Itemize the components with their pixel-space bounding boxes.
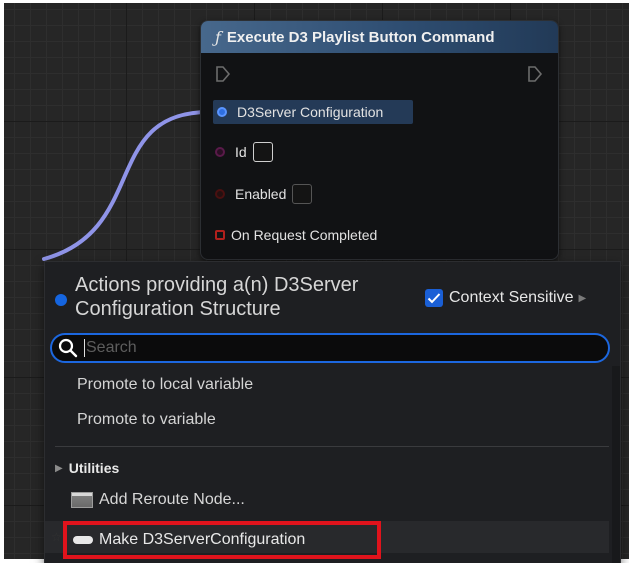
pin-on-request-completed[interactable]: On Request Completed <box>215 223 377 247</box>
exec-pin-icon <box>216 66 231 82</box>
pin-label: Enabled <box>235 186 287 202</box>
menu-item-add-reroute-node[interactable]: Add Reroute Node... <box>71 491 245 509</box>
category-label: Utilities <box>68 460 120 476</box>
pin-label: D3Server Configuration <box>237 104 384 120</box>
bool-pin-icon <box>215 189 225 199</box>
text-caret <box>84 339 85 357</box>
function-icon: ƒ <box>215 27 221 47</box>
pin-label: On Request Completed <box>231 227 378 243</box>
enabled-checkbox[interactable] <box>292 184 313 204</box>
menu-divider <box>55 446 609 447</box>
node-header[interactable]: ƒ Execute D3 Playlist Button Command <box>201 21 558 53</box>
reroute-node-icon <box>71 492 93 508</box>
check-icon[interactable] <box>425 289 443 307</box>
struct-make-icon <box>73 536 93 544</box>
context-sensitive-toggle[interactable]: Context Sensitive ▶ <box>425 289 586 307</box>
struct-pin-icon <box>217 107 227 117</box>
category-utilities[interactable]: ▶ Utilities <box>55 460 119 476</box>
menu-item-label: Make D3ServerConfiguration <box>99 531 306 548</box>
chevron-right-icon[interactable]: ▶ <box>579 293 587 304</box>
int-pin-icon <box>215 147 225 157</box>
menu-item-promote-local-variable[interactable]: Promote to local variable <box>77 376 253 394</box>
struct-pin-icon <box>55 294 67 306</box>
blueprint-editor: ƒ Execute D3 Playlist Button Command D3S… <box>0 0 629 563</box>
menu-item-make-d3serverconfiguration[interactable]: Make D3ServerConfiguration <box>63 521 381 559</box>
pin-id[interactable]: Id <box>215 140 273 164</box>
search-input[interactable] <box>86 339 608 357</box>
search-bar[interactable] <box>50 333 610 363</box>
pin-label: Id <box>235 144 247 160</box>
execute-d3-node[interactable]: ƒ Execute D3 Playlist Button Command D3S… <box>200 20 559 260</box>
action-menu: Actions providing a(n) D3Server Configur… <box>44 261 621 563</box>
pin-d3server-configuration[interactable]: D3Server Configuration <box>213 100 413 124</box>
menu-title: Actions providing a(n) D3Server Configur… <box>75 274 359 320</box>
chevron-right-icon: ▶ <box>55 462 63 474</box>
search-icon <box>58 338 78 358</box>
context-sensitive-label: Context Sensitive <box>449 289 574 306</box>
delegate-pin-icon <box>215 230 225 240</box>
exec-pin-icon <box>528 66 543 82</box>
pin-enabled[interactable]: Enabled <box>215 182 313 206</box>
menu-scrollbar[interactable] <box>612 366 620 563</box>
menu-item-promote-variable[interactable]: Promote to variable <box>77 411 216 429</box>
node-title: Execute D3 Playlist Button Command <box>226 28 495 46</box>
favorite-star-icon[interactable]: ☆ <box>51 530 62 544</box>
id-value-box[interactable] <box>252 142 273 162</box>
menu-item-label: Add Reroute Node... <box>99 491 245 508</box>
